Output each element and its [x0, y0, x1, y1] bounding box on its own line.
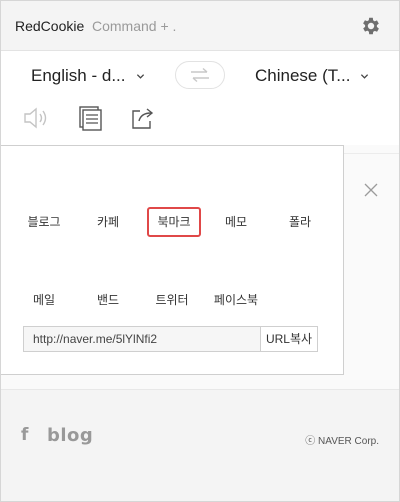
gear-icon[interactable] [360, 15, 382, 37]
copyright-text: ⓒ NAVER Corp. [305, 436, 379, 447]
share-facebook-button[interactable]: 페이스북 [206, 293, 266, 307]
share-panel: 블로그 카페 북마크 메모 폴라 메일 밴드 트위터 페이스북 http://n… [1, 145, 344, 375]
target-language-label: Chinese (T... [255, 66, 351, 85]
speaker-icon[interactable] [21, 104, 49, 132]
close-icon[interactable] [364, 183, 378, 197]
shortcut-hint: Command + . [92, 18, 177, 34]
chevron-down-icon [361, 73, 369, 79]
share-cafe-button[interactable]: 카페 [78, 215, 138, 229]
source-language-label: English - d... [31, 66, 126, 85]
language-bar: English - d... Chinese (T... [1, 52, 399, 98]
share-bookmark-button[interactable]: 북마크 [147, 207, 201, 237]
target-language-select[interactable]: Chinese (T... [255, 66, 369, 86]
title-bar: RedCookie Command + . [1, 1, 399, 51]
share-polar-button[interactable]: 폴라 [270, 215, 330, 229]
url-copy-button[interactable]: URL복사 [260, 326, 318, 352]
chevron-down-icon [136, 73, 144, 79]
share-band-button[interactable]: 밴드 [78, 293, 138, 307]
short-url-field[interactable]: http://naver.me/5lYlNfi2 [23, 326, 261, 352]
share-blog-button[interactable]: 블로그 [14, 215, 74, 229]
footer: f blog ⓒ NAVER Corp. [1, 389, 399, 501]
share-twitter-button[interactable]: 트위터 [142, 293, 202, 307]
swap-languages-button[interactable] [175, 61, 225, 89]
swap-icon [191, 67, 209, 83]
copy-icon[interactable] [77, 104, 105, 132]
share-icon[interactable] [129, 104, 157, 132]
share-mail-button[interactable]: 메일 [14, 293, 74, 307]
translator-window: RedCookie Command + . English - d... Chi… [0, 0, 400, 502]
facebook-icon[interactable]: f [21, 425, 28, 445]
app-name: RedCookie [15, 18, 85, 34]
share-memo-button[interactable]: 메모 [206, 215, 266, 229]
source-language-select[interactable]: English - d... [31, 66, 145, 86]
blog-icon[interactable]: blog [47, 425, 93, 446]
result-toolbar [1, 99, 399, 145]
